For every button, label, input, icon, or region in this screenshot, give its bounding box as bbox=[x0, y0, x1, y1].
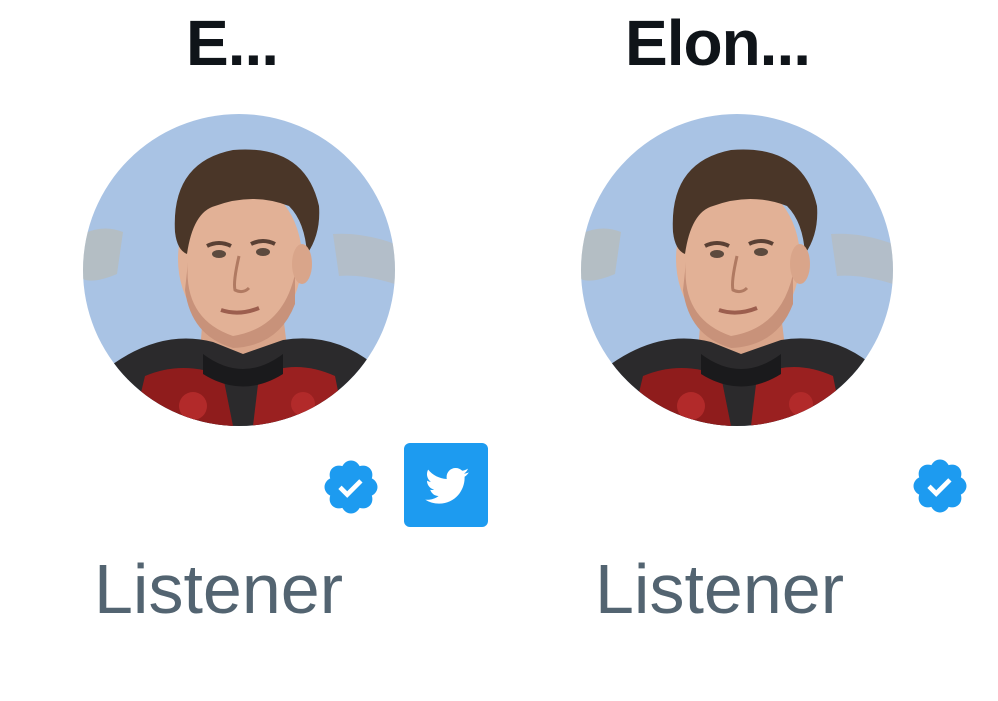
display-name[interactable]: E... bbox=[186, 0, 279, 86]
role-label: Listener bbox=[595, 550, 845, 628]
avatar[interactable] bbox=[83, 114, 395, 426]
listener-card[interactable]: E... Listener bbox=[0, 0, 499, 701]
spaces-listener-comparison: E... Listener Elon... Listener bbox=[0, 0, 998, 701]
display-name[interactable]: Elon... bbox=[625, 0, 811, 86]
verified-badge-icon bbox=[913, 459, 967, 513]
verified-badge-icon bbox=[324, 460, 378, 514]
listener-card[interactable]: Elon... Listener bbox=[499, 0, 998, 701]
profile-photo bbox=[83, 114, 395, 426]
twitter-bird-icon bbox=[425, 468, 470, 504]
role-label: Listener bbox=[94, 550, 344, 628]
avatar[interactable] bbox=[581, 114, 893, 426]
twitter-badge bbox=[404, 443, 488, 527]
profile-photo bbox=[581, 114, 893, 426]
